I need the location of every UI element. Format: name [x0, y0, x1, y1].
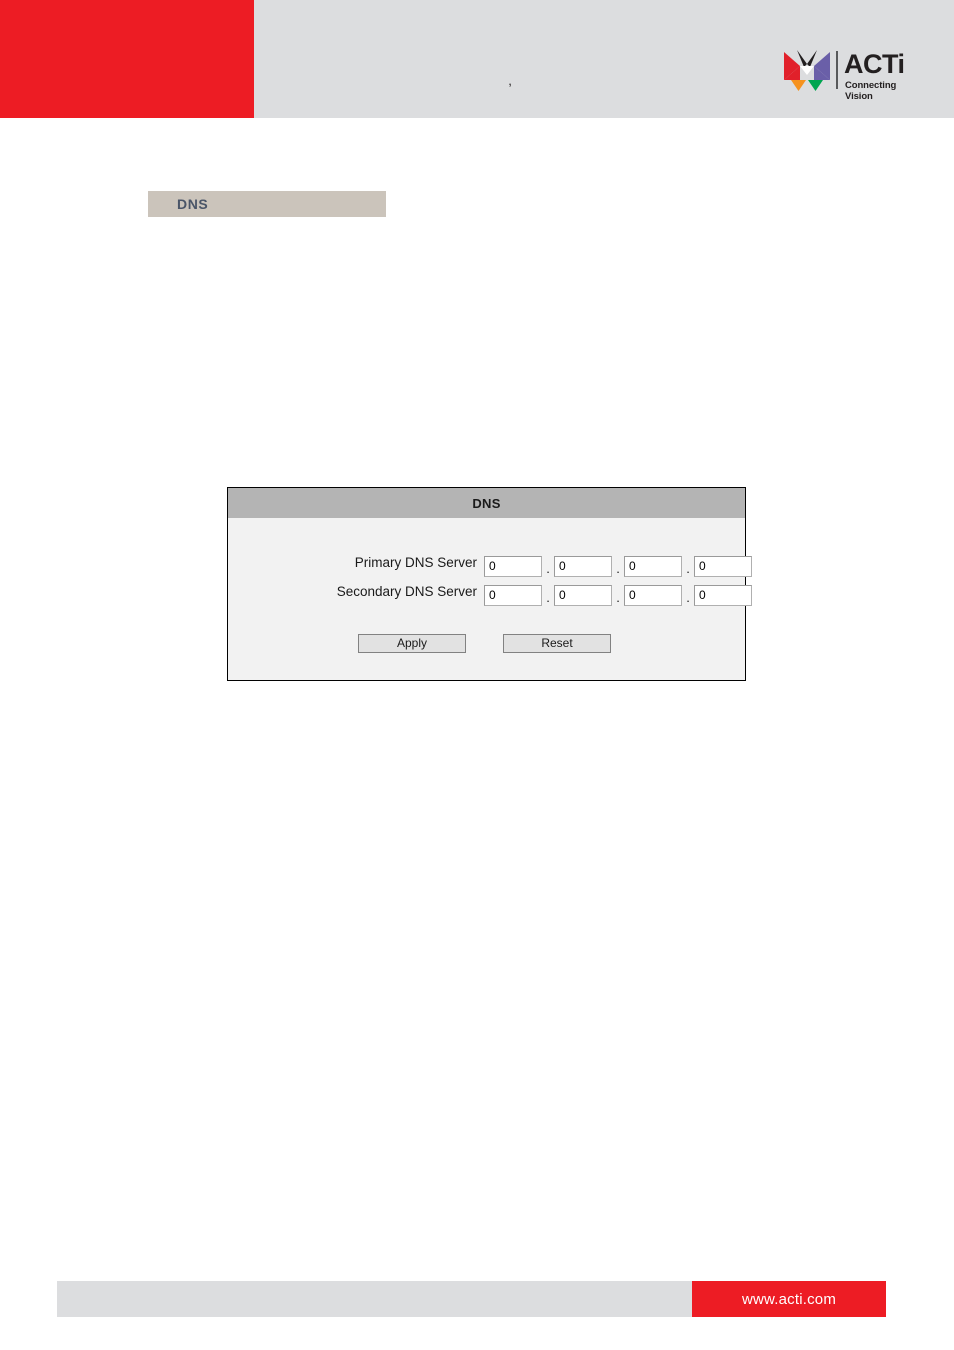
header-red-accent-block [0, 0, 254, 118]
secondary-dns-octet-group: . . . [484, 581, 752, 609]
primary-dns-octet-1[interactable] [484, 555, 542, 577]
secondary-dns-separator-1: . [546, 590, 550, 605]
primary-dns-label: Primary DNS Server [354, 555, 477, 570]
logo-divider [836, 51, 838, 89]
primary-dns-octet-group: . . . [484, 552, 752, 580]
acti-logo: ACTi Connecting Vision [784, 49, 924, 102]
apply-button[interactable]: Apply [358, 634, 466, 653]
dns-panel-titlebar: DNS [228, 488, 745, 518]
primary-dns-separator-3: . [686, 561, 690, 576]
secondary-dns-octet-4[interactable] [694, 584, 752, 606]
dns-panel-body: Primary DNS Server . . . Secondary DNS S… [228, 518, 752, 679]
dns-panel-title: DNS [472, 495, 501, 511]
secondary-dns-octet-3[interactable] [624, 584, 682, 606]
page-footer: www.acti.com [0, 1281, 954, 1317]
primary-dns-octet-3[interactable] [624, 555, 682, 577]
page-header: , ACTi Connecting Vision [0, 0, 954, 118]
acti-butterfly-icon [784, 50, 830, 92]
acti-wordmark: ACTi [844, 49, 905, 79]
secondary-dns-separator-2: . [616, 590, 620, 605]
secondary-dns-octet-2[interactable] [554, 584, 612, 606]
reset-button[interactable]: Reset [503, 634, 611, 653]
dns-panel-button-row: Apply Reset [358, 634, 611, 653]
secondary-dns-octet-1[interactable] [484, 584, 542, 606]
secondary-dns-label: Secondary DNS Server [336, 584, 477, 599]
secondary-dns-separator-3: . [686, 590, 690, 605]
primary-dns-separator-1: . [546, 561, 550, 576]
page-title: , [508, 74, 512, 88]
primary-dns-separator-2: . [616, 561, 620, 576]
footer-url-block: www.acti.com [692, 1281, 886, 1317]
footer-url-text[interactable]: www.acti.com [742, 1291, 836, 1308]
dns-settings-panel: DNS Primary DNS Server . . . Secondary D… [227, 487, 752, 681]
section-heading-band: DNS [148, 191, 386, 217]
primary-dns-octet-2[interactable] [554, 555, 612, 577]
primary-dns-octet-4[interactable] [694, 555, 752, 577]
section-heading-label: DNS [177, 196, 209, 212]
footer-gray-bar [57, 1281, 692, 1317]
acti-tagline: Connecting Vision [845, 80, 897, 102]
